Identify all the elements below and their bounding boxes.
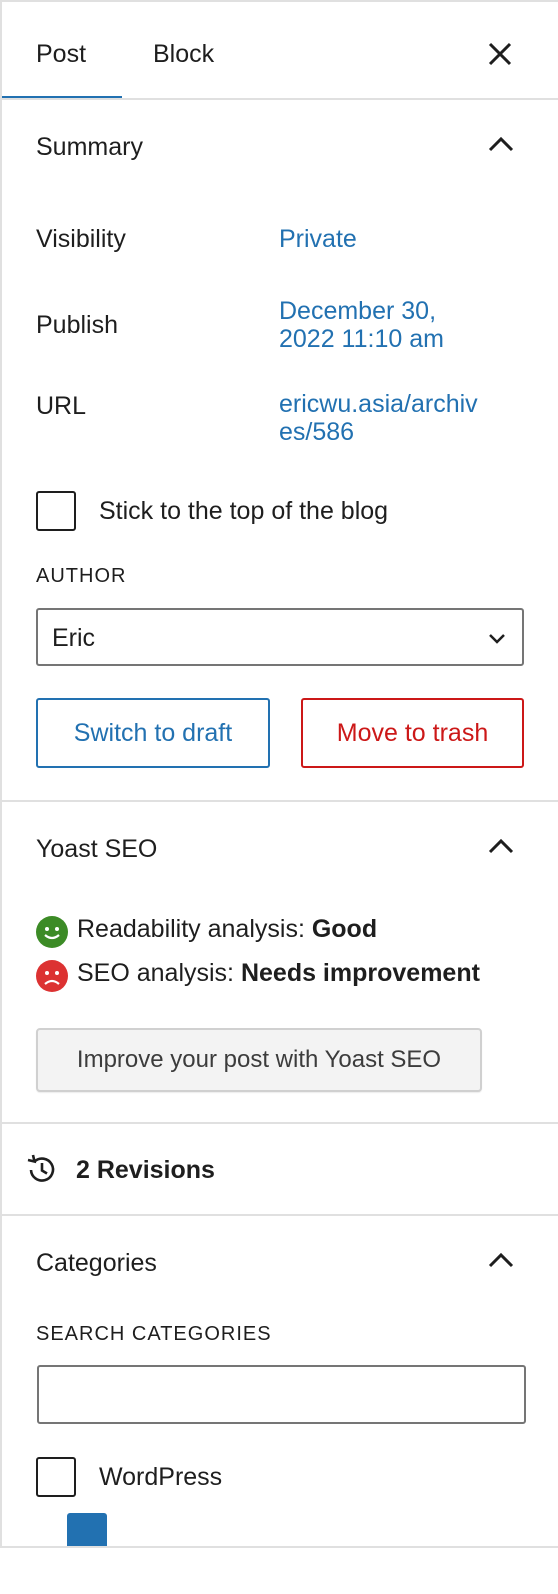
revisions-link[interactable]: 2 Revisions	[76, 1155, 215, 1185]
publish-date-toggle[interactable]: December 30, 2022 11:10 am	[279, 297, 444, 353]
visibility-toggle[interactable]: Private	[279, 225, 357, 253]
readability-analysis: Readability analysis: Good	[77, 914, 377, 944]
history-icon[interactable]	[24, 1152, 60, 1188]
sticky-label[interactable]: Stick to the top of the blog	[99, 496, 388, 526]
publish-date-line2: 2022 11:10 am	[279, 325, 444, 353]
permalink-line2: es/586	[279, 418, 355, 446]
category-checkbox-checked[interactable]	[67, 1513, 107, 1546]
tabs-divider	[2, 98, 558, 100]
chevron-up-icon[interactable]	[486, 832, 516, 862]
yoast-panel-title[interactable]: Yoast SEO	[36, 834, 157, 864]
yoast-divider	[2, 1122, 558, 1124]
seo-value: Needs improvement	[240, 959, 480, 987]
category-checkbox-wordpress[interactable]	[36, 1457, 76, 1497]
publish-date-line1: December 30,	[279, 297, 437, 325]
close-icon[interactable]	[486, 40, 514, 68]
category-label-wordpress[interactable]: WordPress	[99, 1462, 222, 1492]
switch-to-draft-button[interactable]: Switch to draft	[36, 698, 270, 768]
author-select[interactable]: Eric	[36, 608, 524, 666]
tab-block[interactable]: Block	[153, 39, 214, 69]
readability-good-icon	[36, 916, 68, 948]
summary-panel-title[interactable]: Summary	[36, 132, 143, 162]
improve-with-yoast-button[interactable]: Improve your post with Yoast SEO	[36, 1028, 482, 1092]
permalink-toggle[interactable]: ericwu.asia/archiv es/586	[279, 390, 478, 446]
categories-panel-title[interactable]: Categories	[36, 1248, 157, 1278]
chevron-down-icon	[488, 629, 506, 647]
search-categories-input[interactable]	[37, 1365, 526, 1424]
seo-analysis: SEO analysis: Needs improvement	[77, 958, 480, 988]
chevron-up-icon[interactable]	[486, 130, 516, 160]
revisions-divider	[2, 1214, 558, 1216]
summary-divider	[2, 800, 558, 802]
chevron-up-icon[interactable]	[486, 1246, 516, 1276]
settings-sidebar: Post Block Summary Visibility Private Pu…	[0, 0, 558, 1548]
seo-bad-icon	[36, 960, 68, 992]
author-select-value: Eric	[52, 624, 96, 652]
search-categories-label: SEARCH CATEGORIES	[36, 1323, 272, 1345]
url-label: URL	[36, 392, 87, 420]
tab-post[interactable]: Post	[36, 39, 86, 69]
seo-label: SEO analysis:	[77, 959, 241, 987]
visibility-label: Visibility	[36, 225, 126, 253]
publish-label: Publish	[36, 311, 118, 339]
sticky-checkbox[interactable]	[36, 491, 76, 531]
readability-value: Good	[311, 915, 378, 943]
author-label: AUTHOR	[36, 565, 127, 587]
move-to-trash-button[interactable]: Move to trash	[301, 698, 524, 768]
permalink-line1: ericwu.asia/archiv	[279, 390, 478, 418]
readability-label: Readability analysis:	[77, 915, 312, 943]
